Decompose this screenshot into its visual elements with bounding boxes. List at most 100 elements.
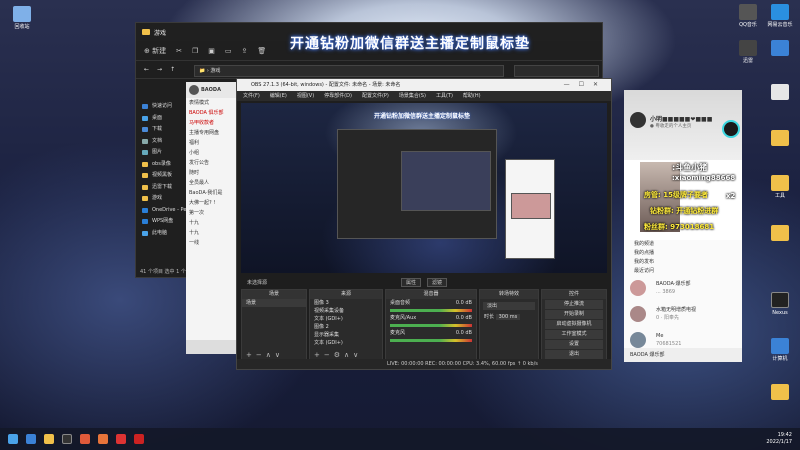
menu-view[interactable]: 视图(V) [297,91,314,101]
list-item[interactable]: 马甲收款者 [186,118,241,128]
list-item[interactable]: BaoDA·我们是 [186,188,241,198]
scene-item[interactable]: 场景 [242,299,306,307]
source-item[interactable]: 图像 3 [310,299,382,307]
source-controls[interactable]: +−⚙∧∨ [314,351,362,359]
nexus-icon [771,292,789,308]
source-item[interactable]: 图像 2 [310,323,382,331]
source-item[interactable]: 显示器采集 [310,331,382,339]
source-item[interactable]: 视频采集设备 [310,307,382,315]
back-icon[interactable]: ← [144,66,149,73]
up-icon[interactable]: ↑ [170,66,175,73]
start-recording-button[interactable]: 开始录制 [545,310,603,319]
properties-button[interactable]: 属性 [400,277,421,287]
transition-duration[interactable]: 300 ms [495,314,521,320]
app-icon[interactable] [80,434,90,444]
profile-name: 小明■■■■■❤■■■ [650,116,713,123]
folder-icon [771,175,789,191]
desktop-icon-folder1[interactable] [760,130,800,148]
list-item[interactable]: BAODA·爆乐部 ... 3869 [624,276,742,302]
desktop-icon-netease[interactable]: 网易云音乐 [760,4,800,28]
source-item[interactable]: 文本 (GDI+) [310,315,382,323]
folder-icon [142,196,148,202]
menu-tools[interactable]: 工具(T) [436,91,453,101]
desktop-icon [142,115,148,121]
list-item[interactable]: 我的点播 [624,249,742,258]
menu-file[interactable]: 文件(F) [243,91,260,101]
list-item[interactable]: 水箱无明增质电视 0 · 阳奉先 [624,302,742,328]
exit-button[interactable]: 退出 [545,350,603,359]
desktop-icon-folder2[interactable] [760,225,800,243]
settings-button[interactable]: 设置 [545,340,603,349]
obs-statusbar: LIVE: 00:00:00 REC: 00:00:00 CPU: 3.4%, … [237,359,611,369]
desktop-icon-computer[interactable]: 计算机 [760,338,800,362]
list-item[interactable]: 十九 [186,228,241,238]
volume-meter[interactable] [390,339,472,342]
forward-icon[interactable]: → [157,66,162,73]
system-clock[interactable]: 19:42 2022/1/17 [766,432,792,446]
menu-edit[interactable]: 编辑(E) [270,91,287,101]
transition-type[interactable]: 淡出 [483,302,535,310]
folder-icon [142,184,148,190]
menu-scene-collection[interactable]: 场景集合(S) [399,91,426,101]
download-icon [142,127,148,133]
star-icon [142,104,148,110]
rename-icon[interactable]: ▭ [225,47,232,55]
menu-profile[interactable]: 配置文件(P) [362,91,389,101]
list-item[interactable]: 全员最人 [186,178,241,188]
avatar[interactable] [630,112,646,128]
track-name: 麦克风 [390,330,406,336]
stream-footer[interactable]: BAODA 爆乐部 [624,348,742,362]
desktop-icon-app[interactable] [760,84,800,102]
folder-icon[interactable] [44,434,54,444]
scene-controls[interactable]: +−∧∨ [246,351,284,359]
window-controls[interactable]: —☐✕ [564,79,607,91]
recycle-bin-icon [13,6,31,22]
live-ring-icon[interactable] [722,120,740,138]
steam-icon[interactable] [26,434,36,444]
desktop-icon-folder3[interactable] [760,384,800,402]
app-icon[interactable] [134,434,144,444]
menu-docks[interactable]: 停靠部件(D) [324,91,352,101]
search-input[interactable] [514,65,599,77]
chat-input[interactable] [186,340,241,354]
list-item[interactable]: 随时 [186,168,241,178]
list-item[interactable]: 我的频道 [624,240,742,249]
list-item[interactable]: 表情模式 [186,98,241,108]
copy-icon[interactable]: ❐ [192,47,198,55]
volume-meter[interactable] [390,324,472,327]
desktop-icon-recycle[interactable]: 回收站 [2,6,42,30]
list-item[interactable]: 主播专用网盘 [186,128,241,138]
list-item[interactable]: 最近访问 [624,267,742,276]
address-bar[interactable]: 📁 › 游戏 [194,65,504,77]
stop-stream-button[interactable]: 停止推流 [545,300,603,309]
list-item[interactable]: 第一次 [186,208,241,218]
new-button[interactable]: ⊕ 新建 [144,46,166,56]
list-item[interactable]: 一线 [186,238,241,248]
cut-icon[interactable]: ✂ [176,47,182,55]
volume-meter[interactable] [390,309,472,312]
paste-icon[interactable]: ▣ [208,47,215,55]
list-item[interactable]: 发行公告 [186,158,241,168]
list-item[interactable]: 我的发布 [624,258,742,267]
list-item[interactable]: 福利 [186,138,241,148]
filters-button[interactable]: 滤镜 [427,277,448,287]
app-icon[interactable] [98,434,108,444]
folder-icon [771,384,789,400]
desktop-icon-tools[interactable]: 工具 [760,175,800,199]
list-item[interactable]: BAODA 俱乐部 [186,108,241,118]
list-item[interactable]: 小组 [186,148,241,158]
obs-preview[interactable]: 开通钻粉加微信群送主播定制鼠标垫 [241,103,607,273]
start-icon[interactable] [8,434,18,444]
studio-mode-button[interactable]: 工作室模式 [545,330,603,339]
desktop-icon-network[interactable] [760,40,800,58]
source-item[interactable]: 文本 (GDI+) [310,339,382,347]
promo-card: :斗鱼小猪 :xiaoming88668 房管: 15级牌子要者 x2 钻粉群:… [624,160,742,240]
virtual-camera-button[interactable]: 启动虚拟摄像机 [545,320,603,329]
avatar [189,85,199,95]
list-item[interactable]: 大佛一起? ! [186,198,241,208]
list-item[interactable]: 十九 [186,218,241,228]
menu-help[interactable]: 帮助(H) [463,91,481,101]
obs-icon[interactable] [62,434,72,444]
desktop-icon-nexus[interactable]: Nexus [760,292,800,316]
app-icon[interactable] [116,434,126,444]
